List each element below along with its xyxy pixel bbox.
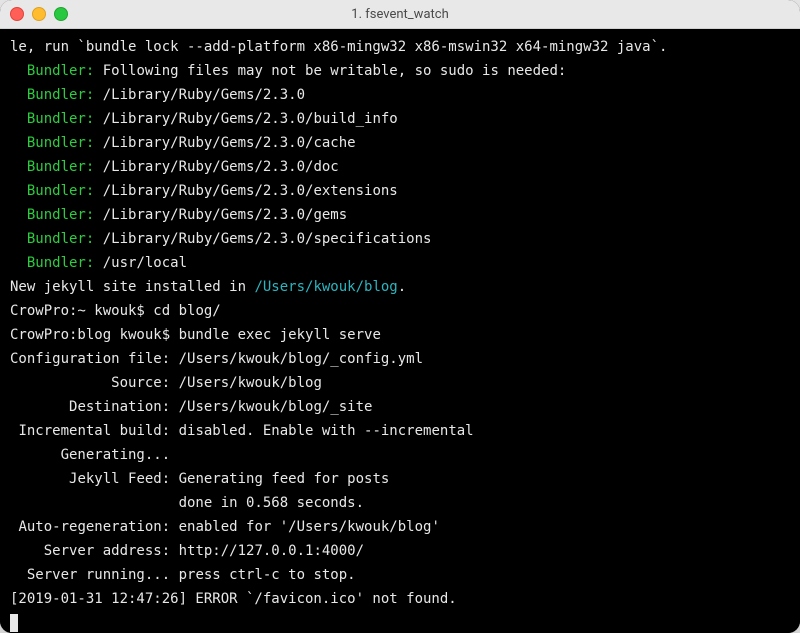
output-line: /Library/Ruby/Gems/2.3.0/doc [103, 159, 339, 175]
prompt: CrowPro:~ kwouk$ [10, 303, 153, 319]
bundler-label: Bundler: [27, 183, 94, 199]
bundler-label: Bundler: [27, 63, 94, 79]
output-line: /Library/Ruby/Gems/2.3.0/extensions [103, 183, 398, 199]
bundler-label: Bundler: [27, 207, 94, 223]
bundler-label: Bundler: [27, 135, 94, 151]
kv-label: Server address: [44, 543, 170, 559]
kv-value: press ctrl-c to stop. [179, 567, 356, 583]
close-icon[interactable] [10, 7, 24, 21]
kv-value: /Users/kwouk/blog/_config.yml [179, 351, 423, 367]
kv-label: Jekyll Feed: [69, 471, 170, 487]
kv-value: enabled for '/Users/kwouk/blog' [179, 519, 440, 535]
kv-label: Auto-regeneration: [18, 519, 170, 535]
output-line: le, run `bundle lock --add-platform x86-… [10, 39, 667, 55]
output-line: New jekyll site installed in [10, 279, 254, 295]
bundler-label: Bundler: [27, 111, 94, 127]
kv-label: Generating... [61, 447, 171, 463]
bundler-label: Bundler: [27, 255, 94, 271]
kv-value: /Users/kwouk/blog/_site [179, 399, 373, 415]
kv-label: Source: [111, 375, 170, 391]
cursor-icon [10, 614, 18, 632]
kv-label: Server running... [27, 567, 170, 583]
bundler-label: Bundler: [27, 87, 94, 103]
output-line: /usr/local [103, 255, 187, 271]
install-path: /Users/kwouk/blog [254, 279, 397, 295]
output-line: /Library/Ruby/Gems/2.3.0/specifications [103, 231, 432, 247]
kv-label: Configuration file: [10, 351, 170, 367]
output-line: Following files may not be writable, so … [103, 63, 567, 79]
bundler-label: Bundler: [27, 231, 94, 247]
kv-value: Generating feed for posts [179, 471, 390, 487]
output-line: . [398, 279, 406, 295]
kv-label: Destination: [69, 399, 170, 415]
window-title: 1. fsevent_watch [0, 7, 800, 22]
output-line: done in 0.568 seconds. [179, 495, 364, 511]
output-line: /Library/Ruby/Gems/2.3.0/cache [103, 135, 356, 151]
command-input: cd blog/ [153, 303, 220, 319]
command-input: bundle exec jekyll serve [179, 327, 381, 343]
terminal-body[interactable]: le, run `bundle lock --add-platform x86-… [0, 29, 800, 633]
traffic-lights [10, 7, 68, 21]
output-line: /Library/Ruby/Gems/2.3.0/gems [103, 207, 347, 223]
error-line: [2019-01-31 12:47:26] ERROR `/favicon.ic… [10, 591, 457, 607]
titlebar: 1. fsevent_watch [0, 0, 800, 29]
output-line: /Library/Ruby/Gems/2.3.0 [103, 87, 305, 103]
kv-value: http://127.0.0.1:4000/ [179, 543, 364, 559]
kv-value: disabled. Enable with --incremental [179, 423, 474, 439]
zoom-icon[interactable] [54, 7, 68, 21]
kv-label: Incremental build: [18, 423, 170, 439]
kv-value: /Users/kwouk/blog [179, 375, 322, 391]
terminal-window: 1. fsevent_watch le, run `bundle lock --… [0, 0, 800, 633]
minimize-icon[interactable] [32, 7, 46, 21]
bundler-label: Bundler: [27, 159, 94, 175]
prompt: CrowPro:blog kwouk$ [10, 327, 179, 343]
output-line: /Library/Ruby/Gems/2.3.0/build_info [103, 111, 398, 127]
